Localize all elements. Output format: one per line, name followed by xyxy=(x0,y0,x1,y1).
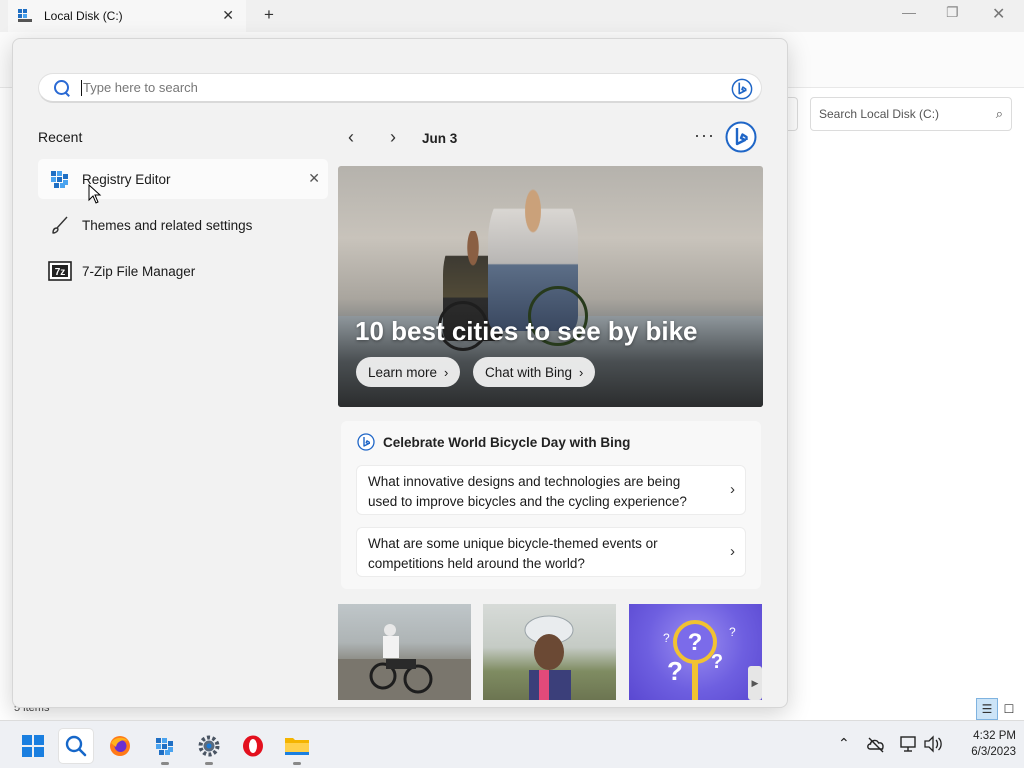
registry-editor-icon xyxy=(48,167,72,191)
svg-text:?: ? xyxy=(729,625,736,639)
tab-close-icon[interactable]: ✕ xyxy=(222,7,234,24)
recent-heading: Recent xyxy=(38,129,83,145)
start-button[interactable] xyxy=(16,729,50,763)
bing-icon xyxy=(357,433,375,451)
search-flyout: Recent Registry Editor ✕ Themes and rela… xyxy=(12,38,788,708)
file-explorer-button[interactable] xyxy=(280,729,314,765)
bing-question-2[interactable]: What are some unique bicycle-themed even… xyxy=(356,527,746,577)
gear-icon xyxy=(198,735,220,757)
chat-with-bing-label: Chat with Bing xyxy=(485,364,573,380)
new-tab-button[interactable]: + xyxy=(264,5,274,25)
clock-time: 4:32 PM xyxy=(973,730,1016,742)
svg-text:?: ? xyxy=(711,651,723,673)
volume-icon[interactable] xyxy=(923,735,943,753)
learn-more-label: Learn more xyxy=(368,364,438,380)
registry-editor-icon xyxy=(156,738,173,755)
maximize-button[interactable]: ❐ xyxy=(946,4,959,21)
explorer-search-placeholder: Search Local Disk (C:) xyxy=(819,107,940,121)
bing-card-header: Celebrate World Bicycle Day with Bing xyxy=(357,433,630,451)
hero-card[interactable]: 10 best cities to see by bike Learn more… xyxy=(338,166,763,407)
recent-item-label: Themes and related settings xyxy=(82,217,253,233)
explorer-search-box[interactable]: Search Local Disk (C:) ⌕ xyxy=(810,97,1012,131)
chevron-right-icon: › xyxy=(730,543,735,560)
recent-item-registry-editor[interactable]: Registry Editor ✕ xyxy=(38,159,328,199)
close-window-button[interactable]: ✕ xyxy=(992,4,1005,24)
remove-icon[interactable]: ✕ xyxy=(308,170,320,187)
search-box[interactable] xyxy=(38,73,762,103)
address-bar[interactable] xyxy=(788,97,798,131)
learn-more-button[interactable]: Learn more › xyxy=(356,357,461,387)
text-caret xyxy=(81,79,82,96)
question-text: What innovative designs and technologies… xyxy=(368,474,687,509)
taskbar: ⌃ 4:32 PM 6/3/2023 xyxy=(0,720,1024,768)
bing-card-title: Celebrate World Bicycle Day with Bing xyxy=(383,434,631,450)
windows-logo-icon xyxy=(22,735,44,757)
settings-button[interactable] xyxy=(192,729,226,765)
running-indicator xyxy=(161,762,169,765)
tab-local-disk[interactable]: Local Disk (C:) ✕ xyxy=(8,0,246,32)
minimize-button[interactable]: — xyxy=(902,4,916,20)
clock-date: 6/3/2023 xyxy=(971,746,1016,758)
running-indicator xyxy=(293,762,301,765)
feed-nav: ‹ › Jun 3 ··· xyxy=(338,121,762,155)
registry-editor-taskbar-button[interactable] xyxy=(148,729,182,765)
next-button[interactable]: › xyxy=(390,127,396,148)
news-thumbnail-cyclist[interactable] xyxy=(483,604,616,700)
chevron-right-icon: › xyxy=(444,364,449,380)
opera-icon xyxy=(243,735,263,757)
chat-with-bing-button[interactable]: Chat with Bing › xyxy=(473,357,596,387)
chevron-right-icon: › xyxy=(579,364,584,380)
show-hidden-icons-button[interactable]: ⌃ xyxy=(838,735,850,752)
bing-icon[interactable] xyxy=(731,78,753,100)
title-bar: Local Disk (C:) ✕ + — ❐ ✕ xyxy=(0,0,1024,32)
folder-icon xyxy=(285,738,309,755)
scroll-right-button[interactable]: ▶ xyxy=(748,666,762,700)
chevron-right-icon: › xyxy=(730,481,735,498)
cyclist-portrait-image xyxy=(524,615,574,700)
running-indicator xyxy=(205,762,213,765)
firefox-icon xyxy=(110,736,130,756)
taskbar-search-button[interactable] xyxy=(59,729,93,763)
magnifier-question-image: ? ? ? ? ? xyxy=(663,620,736,700)
hero-title: 10 best cities to see by bike xyxy=(355,316,698,346)
svg-text:?: ? xyxy=(667,656,683,686)
tab-title: Local Disk (C:) xyxy=(44,9,123,23)
mouse-pointer-icon xyxy=(88,184,102,204)
question-text: What are some unique bicycle-themed even… xyxy=(368,536,658,571)
opera-button[interactable] xyxy=(236,729,270,763)
tiles-view-button[interactable]: ☐ xyxy=(998,698,1020,720)
news-thumbnail-ebike[interactable] xyxy=(338,604,471,700)
brush-icon xyxy=(48,213,72,237)
onedrive-offline-icon[interactable] xyxy=(866,735,886,753)
search-input[interactable] xyxy=(83,80,683,95)
bing-suggestions-card: Celebrate World Bicycle Day with Bing Wh… xyxy=(341,421,761,589)
recent-item-label: 7-Zip File Manager xyxy=(82,263,196,279)
svg-text:?: ? xyxy=(663,631,670,645)
news-thumbnail-quiz[interactable]: ? ? ? ? ? xyxy=(629,604,762,700)
recent-item-themes[interactable]: Themes and related settings xyxy=(38,205,328,245)
search-icon: ⌕ xyxy=(995,106,1003,121)
system-clock[interactable]: 4:32 PM 6/3/2023 xyxy=(946,728,1016,760)
svg-text:?: ? xyxy=(688,629,703,656)
bing-question-1[interactable]: What innovative designs and technologies… xyxy=(356,465,746,515)
svg-text:7z: 7z xyxy=(55,267,66,278)
ebike-rider-image xyxy=(338,624,471,700)
feed-date: Jun 3 xyxy=(422,131,458,146)
7zip-icon: 7z xyxy=(48,259,72,283)
firefox-button[interactable] xyxy=(103,729,137,763)
drive-icon xyxy=(18,9,32,23)
bing-icon[interactable] xyxy=(725,121,757,153)
search-icon xyxy=(53,79,71,97)
previous-button[interactable]: ‹ xyxy=(348,127,354,148)
network-icon[interactable] xyxy=(899,735,919,753)
more-options-button[interactable]: ··· xyxy=(694,125,715,146)
search-icon xyxy=(65,735,87,757)
details-view-button[interactable]: ☰ xyxy=(976,698,998,720)
recent-item-7zip[interactable]: 7z 7-Zip File Manager xyxy=(38,251,328,291)
